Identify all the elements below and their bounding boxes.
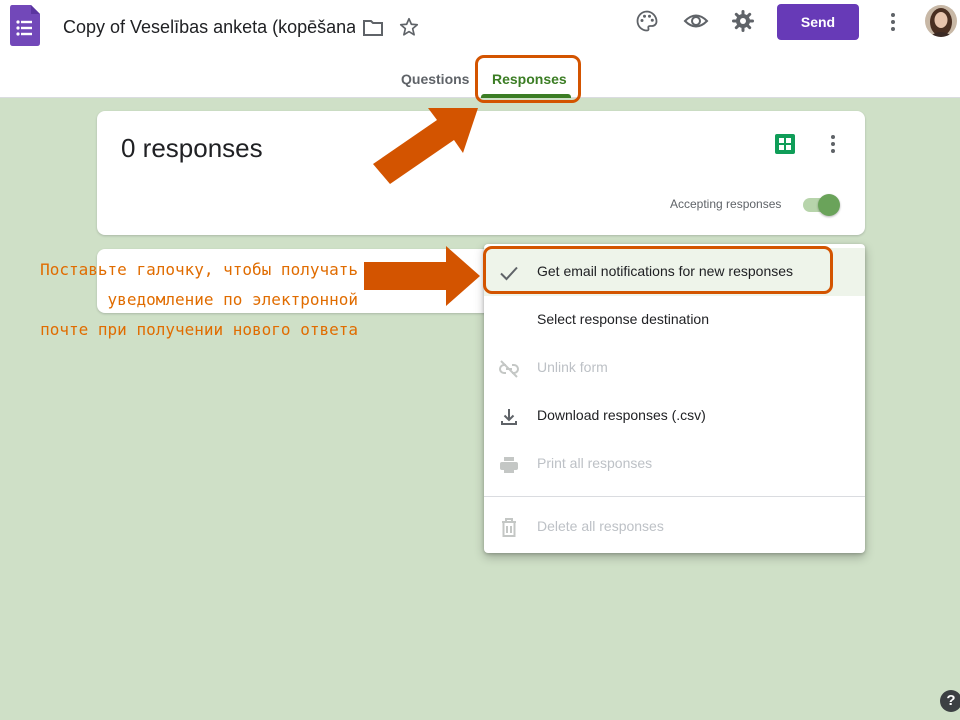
gear-icon[interactable]: [731, 9, 755, 33]
menu-item-label: Select response destination: [537, 311, 709, 327]
menu-item-response-destination[interactable]: Select response destination: [484, 296, 865, 344]
palette-icon[interactable]: [635, 9, 659, 33]
annotation-text: Поставьте галочку, чтобы получать уведом…: [10, 255, 358, 345]
document-title[interactable]: Copy of Veselības anketa (kopēšana: [63, 17, 355, 38]
arrow-to-email-notifications: [364, 246, 480, 306]
menu-item-label: Unlink form: [537, 359, 608, 375]
menu-divider: [484, 496, 865, 497]
responses-tab-highlight: [475, 55, 581, 103]
annotation-line: Поставьте галочку, чтобы получать: [40, 260, 358, 279]
menu-item-print-all: Print all responses: [484, 440, 865, 488]
email-notifications-highlight: [483, 246, 833, 294]
unlink-icon: [499, 360, 519, 378]
annotation-line: почте при получении нового ответа: [40, 320, 358, 339]
menu-item-label: Delete all responses: [537, 518, 664, 534]
accepting-toggle[interactable]: [818, 194, 840, 216]
eye-icon[interactable]: [683, 9, 709, 33]
help-icon[interactable]: ?: [940, 690, 960, 712]
forms-logo-icon[interactable]: [10, 5, 40, 46]
menu-item-unlink-form: Unlink form: [484, 344, 865, 392]
arrow-to-responses-tab: [373, 108, 478, 184]
annotation-line: уведомление по электронной: [107, 290, 358, 309]
menu-item-download-csv[interactable]: Download responses (.csv): [484, 392, 865, 440]
tab-questions[interactable]: Questions: [401, 71, 469, 87]
print-icon: [500, 457, 518, 473]
star-icon[interactable]: [398, 16, 420, 38]
menu-item-label: Print all responses: [537, 455, 653, 471]
accepting-responses-label: Accepting responses: [670, 197, 782, 211]
menu-item-delete-all: Delete all responses: [484, 503, 865, 551]
response-count-title: 0 responses: [121, 133, 263, 163]
menu-item-label: Download responses (.csv): [537, 407, 706, 423]
responses-more-icon[interactable]: [823, 132, 843, 156]
sheets-icon[interactable]: [774, 133, 796, 155]
send-button[interactable]: Send: [777, 4, 859, 40]
avatar[interactable]: [925, 5, 957, 37]
folder-icon[interactable]: [362, 17, 384, 39]
more-vert-icon[interactable]: [882, 10, 904, 34]
download-icon: [501, 409, 517, 425]
trash-icon: [502, 518, 516, 537]
